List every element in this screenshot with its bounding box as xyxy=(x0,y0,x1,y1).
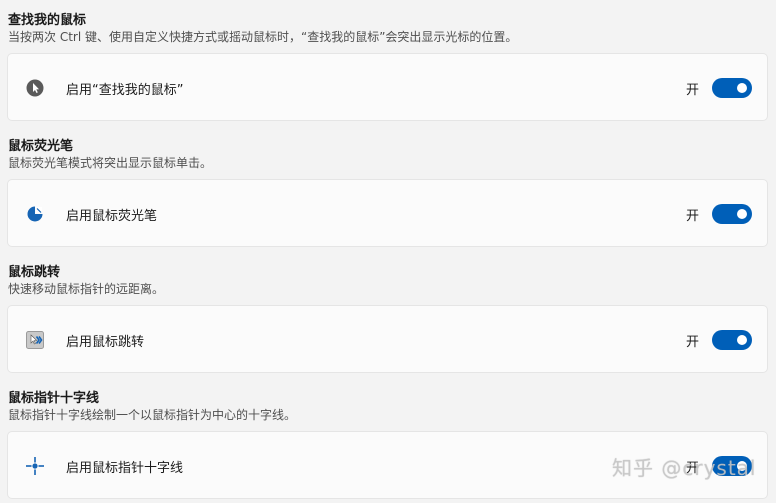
toggle-knob xyxy=(737,335,747,345)
crosshairs-icon xyxy=(25,456,45,476)
crosshairs-enable-label: 启用鼠标指针十字线 xyxy=(66,461,184,476)
mouse-jump-icon xyxy=(25,330,45,350)
find-my-mouse-toggle[interactable] xyxy=(712,78,752,98)
mouse-highlighter-title: 鼠标荧光笔 xyxy=(8,139,74,154)
highlighter-icon xyxy=(25,204,45,224)
mouse-highlighter-description: 鼠标荧光笔模式将突出显示鼠标单击。 xyxy=(8,156,213,170)
crosshairs-title: 鼠标指针十字线 xyxy=(8,391,100,406)
find-my-mouse-description: 当按两次 Ctrl 键、使用自定义快捷方式或摇动鼠标时，“查找我的鼠标”会突出显… xyxy=(8,30,518,44)
mouse-jump-card: 启用鼠标跳转 开 xyxy=(7,305,768,373)
mouse-jump-title: 鼠标跳转 xyxy=(8,265,61,280)
mouse-highlighter-toggle[interactable] xyxy=(712,204,752,224)
mouse-jump-toggle[interactable] xyxy=(712,330,752,350)
watermark-text: 知乎 @crystal xyxy=(612,456,757,480)
find-my-mouse-title: 查找我的鼠标 xyxy=(8,13,87,28)
find-my-mouse-state-label: 开 xyxy=(686,83,700,98)
mouse-jump-state-label: 开 xyxy=(686,335,700,350)
toggle-knob xyxy=(737,209,747,219)
mouse-highlighter-state-label: 开 xyxy=(686,209,700,224)
find-my-mouse-enable-label: 启用“查找我的鼠标” xyxy=(66,83,184,98)
crosshairs-description: 鼠标指针十字线绘制一个以鼠标指针为中心的十字线。 xyxy=(8,408,297,422)
mouse-jump-enable-label: 启用鼠标跳转 xyxy=(66,335,145,350)
find-my-mouse-card: 启用“查找我的鼠标” 开 xyxy=(7,53,768,121)
mouse-highlighter-card: 启用鼠标荧光笔 开 xyxy=(7,179,768,247)
toggle-knob xyxy=(737,83,747,93)
mouse-jump-description: 快速移动鼠标指针的远距离。 xyxy=(8,282,165,296)
find-mouse-icon xyxy=(25,78,45,98)
mouse-highlighter-enable-label: 启用鼠标荧光笔 xyxy=(66,209,158,224)
